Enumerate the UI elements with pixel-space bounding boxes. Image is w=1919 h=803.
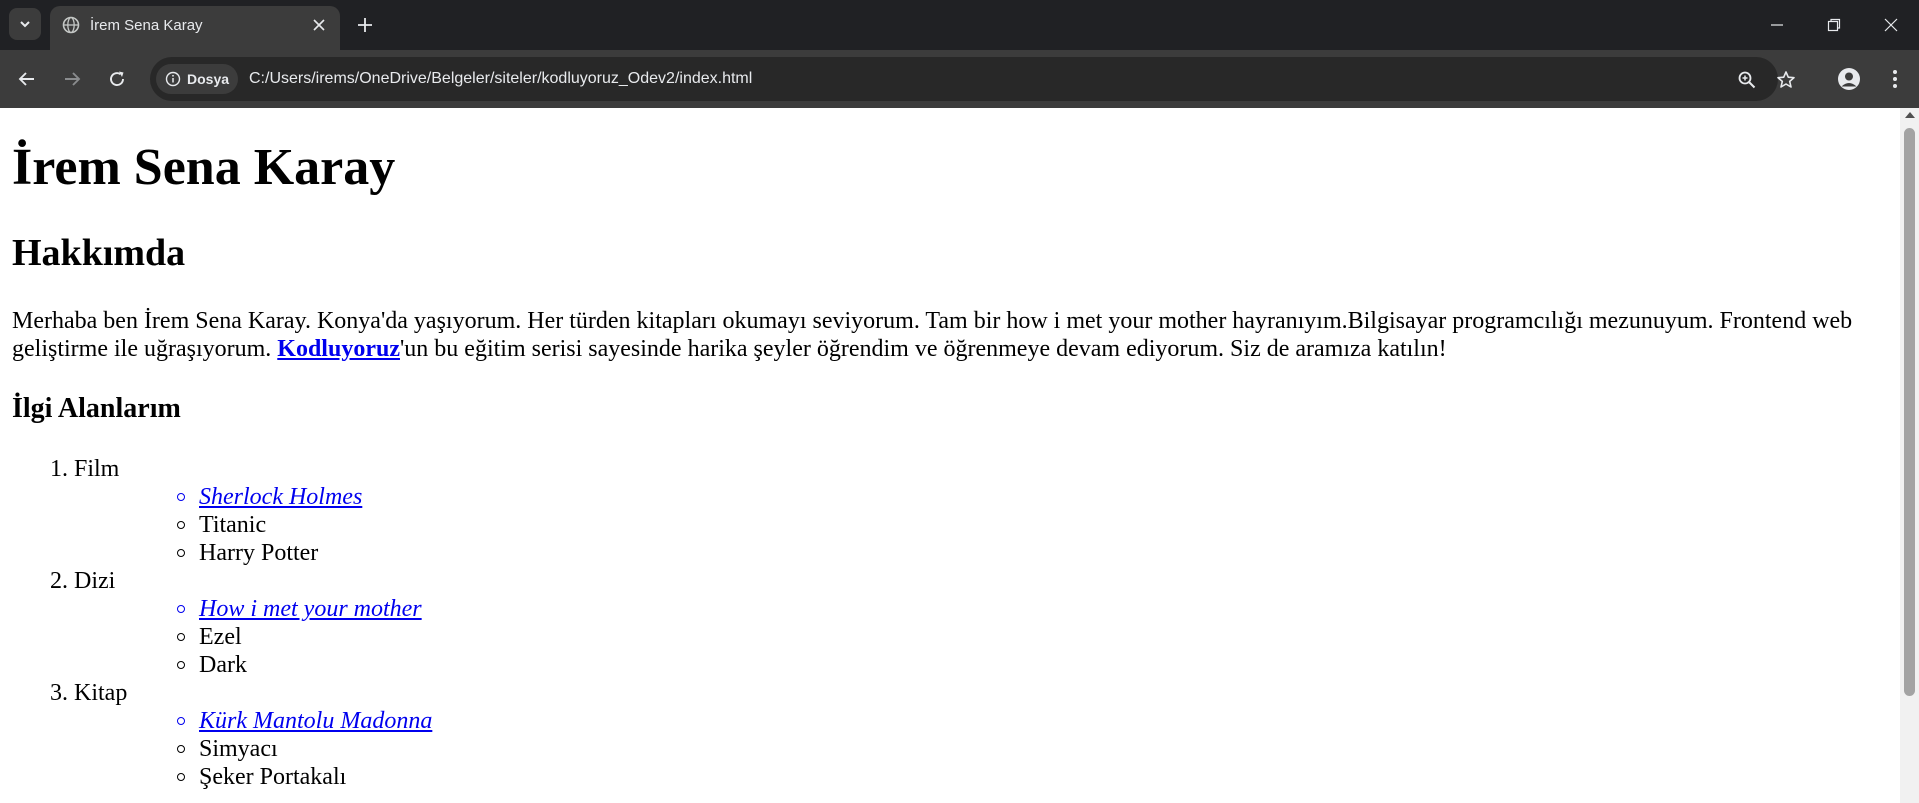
star-icon[interactable] (1774, 68, 1798, 92)
circle-bullet-icon (177, 605, 185, 613)
category-label: Film (74, 456, 120, 482)
about-paragraph: Merhaba ben İrem Sena Karay. Konya'da ya… (12, 307, 1892, 363)
item-text: Şeker Portakalı (199, 764, 347, 790)
close-icon[interactable] (308, 14, 330, 36)
tab-search-button[interactable] (9, 8, 41, 40)
minimize-icon[interactable] (1754, 6, 1800, 44)
list-item: Sherlock Holmes (74, 483, 432, 511)
site-info-chip[interactable]: Dosya (156, 64, 238, 94)
category-label: Dizi (74, 568, 116, 594)
item-text: Harry Potter (199, 540, 319, 566)
forward-arrow-icon[interactable] (57, 64, 87, 94)
browser-toolbar: Dosya C:/Users/irems/OneDrive/Belgeler/s… (0, 50, 1919, 108)
category-item: 1. Film Sherlock Holmes Titanic Harry Po… (12, 455, 432, 567)
vertical-scrollbar[interactable] (1900, 108, 1919, 803)
reload-icon[interactable] (102, 64, 132, 94)
scroll-up-arrow-icon[interactable] (1905, 112, 1915, 118)
circle-bullet-icon (177, 661, 185, 669)
list-item: Simyacı (74, 735, 432, 763)
about-heading: Hakkımda (12, 232, 186, 274)
back-arrow-icon[interactable] (12, 64, 42, 94)
list-item: Ezel (74, 623, 432, 651)
page-viewport: İrem Sena Karay Hakkımda Merhaba ben İre… (0, 108, 1900, 803)
item-link[interactable]: Sherlock Holmes (199, 484, 362, 510)
category-label: Kitap (74, 680, 128, 706)
list-item: Şeker Portakalı (74, 763, 432, 791)
category-item: 2. Dizi How i met your mother Ezel Dark (12, 567, 432, 679)
kebab-menu-icon[interactable] (1880, 64, 1910, 94)
category-number: 3. (50, 680, 68, 706)
active-tab[interactable]: İrem Sena Karay (50, 6, 340, 50)
info-icon (165, 71, 181, 87)
address-bar[interactable]: Dosya C:/Users/irems/OneDrive/Belgeler/s… (150, 57, 1778, 101)
circle-bullet-icon (177, 773, 185, 781)
list-item: Titanic (74, 511, 432, 539)
restore-icon[interactable] (1811, 6, 1857, 44)
item-text: Simyacı (199, 736, 278, 762)
sub-list: Kürk Mantolu Madonna Simyacı Şeker Porta… (74, 707, 432, 791)
circle-bullet-icon (177, 633, 185, 641)
item-link[interactable]: Kürk Mantolu Madonna (199, 708, 432, 734)
sub-list: Sherlock Holmes Titanic Harry Potter (74, 483, 432, 567)
kodluyoruz-link[interactable]: Kodluyoruz (277, 336, 400, 362)
category-number: 2. (50, 568, 68, 594)
circle-bullet-icon (177, 549, 185, 557)
tab-strip: İrem Sena Karay (0, 0, 1919, 50)
globe-icon (62, 16, 80, 34)
item-text: Dark (199, 652, 247, 678)
item-link[interactable]: How i met your mother (199, 596, 422, 622)
url-text[interactable]: C:/Users/irems/OneDrive/Belgeler/siteler… (249, 70, 752, 88)
interests-list: 1. Film Sherlock Holmes Titanic Harry Po… (12, 455, 432, 791)
zoom-icon[interactable] (1735, 68, 1759, 92)
profile-icon[interactable] (1834, 64, 1864, 94)
tab-search-icon (20, 21, 30, 28)
circle-bullet-icon (177, 745, 185, 753)
site-chip-label: Dosya (187, 71, 230, 87)
sub-list: How i met your mother Ezel Dark (74, 595, 432, 679)
list-item: Kürk Mantolu Madonna (74, 707, 432, 735)
interests-heading: İlgi Alanlarım (12, 393, 181, 424)
scrollbar-thumb[interactable] (1904, 128, 1915, 696)
list-item: Harry Potter (74, 539, 432, 567)
item-text: Ezel (199, 624, 242, 650)
category-number: 1. (50, 456, 68, 482)
list-item: How i met your mother (74, 595, 432, 623)
about-text-after: 'un bu eğitim serisi sayesinde harika şe… (399, 336, 1447, 362)
window-close-icon[interactable] (1868, 6, 1914, 44)
item-text: Titanic (199, 512, 267, 538)
category-item: 3. Kitap Kürk Mantolu Madonna Simyacı Şe… (12, 679, 432, 791)
circle-bullet-icon (177, 521, 185, 529)
circle-bullet-icon (177, 493, 185, 501)
plus-icon[interactable] (352, 12, 378, 38)
page-title: İrem Sena Karay (12, 139, 396, 196)
list-item: Dark (74, 651, 432, 679)
tab-title: İrem Sena Karay (90, 17, 203, 34)
circle-bullet-icon (177, 717, 185, 725)
